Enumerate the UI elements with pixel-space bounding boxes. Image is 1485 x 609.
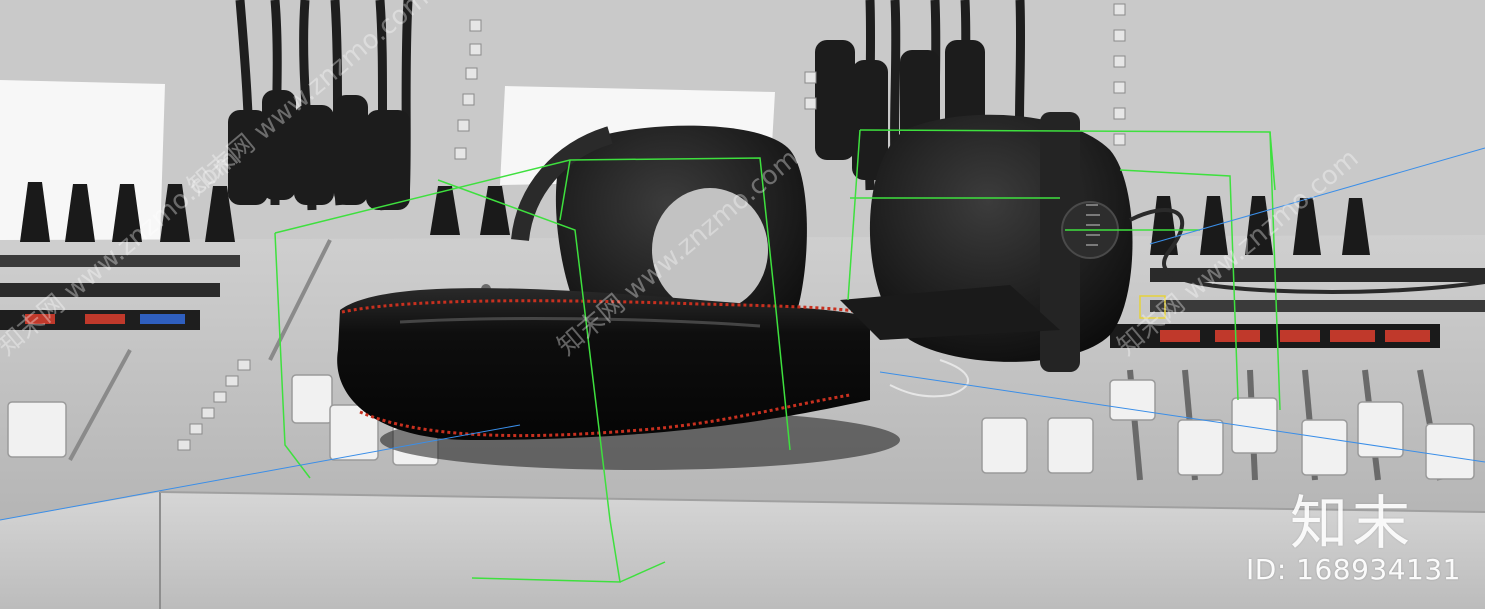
watermark-id: ID: 168934131 <box>1246 553 1461 586</box>
scene-render <box>0 0 1485 609</box>
render-viewport: 知末网 www.znzmo.com 知末网 www.znzmo.com 知末网 … <box>0 0 1485 609</box>
watermark-logo: 知末 <box>1290 489 1415 557</box>
